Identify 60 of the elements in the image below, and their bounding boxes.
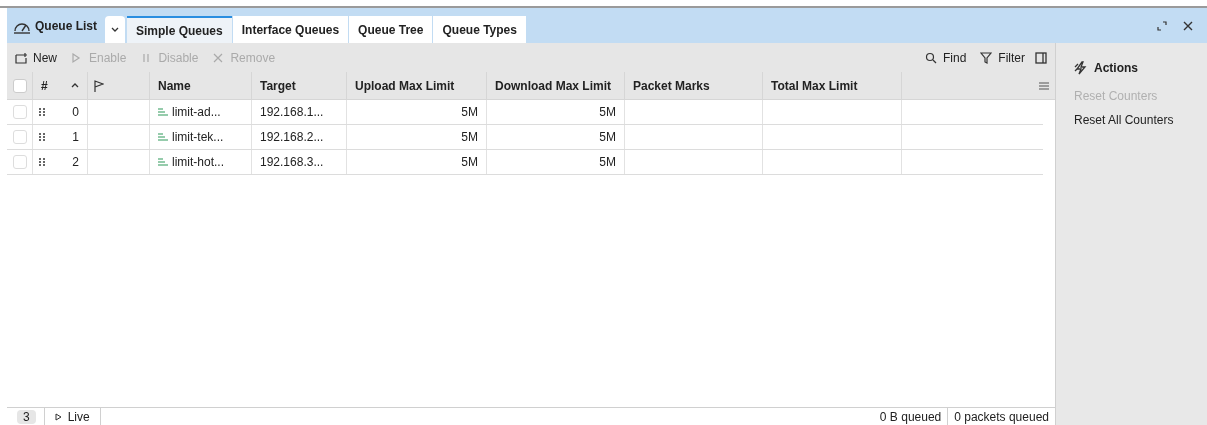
queued-packets: 0 packets queued	[953, 408, 1050, 425]
column-header[interactable]: Name	[150, 72, 252, 99]
queue-icon	[158, 133, 168, 141]
tab[interactable]: Queue Types	[432, 16, 526, 43]
column-header[interactable]: Total Max Limit	[763, 72, 902, 99]
table-cell-text: limit-hot...	[172, 154, 224, 171]
table-cell-text: 192.168.1...	[260, 104, 324, 121]
column-header[interactable]: Upload Max Limit	[347, 72, 487, 99]
toolbar-button[interactable]: New	[15, 48, 57, 67]
window-title: Queue List	[35, 17, 97, 35]
column-header[interactable]: Download Max Limit	[487, 72, 625, 99]
close-icon[interactable]	[1183, 20, 1193, 31]
lightning-icon	[1074, 61, 1088, 75]
tab[interactable]: Interface Queues	[231, 16, 349, 43]
toolbar-button[interactable]: Filter	[980, 48, 1025, 67]
sort-icon[interactable]	[71, 83, 79, 88]
column-header[interactable]: Packet Marks	[625, 72, 763, 99]
table-cell-text: limit-tek...	[172, 129, 224, 146]
tab[interactable]: Simple Queues	[127, 16, 232, 43]
search-icon	[925, 51, 937, 64]
checkbox[interactable]	[12, 105, 27, 119]
column-header[interactable]: #	[41, 76, 71, 95]
table-cell-text: 5M	[461, 129, 478, 146]
checkbox[interactable]	[12, 155, 27, 169]
column-header[interactable]: Target	[252, 72, 347, 99]
flag-icon	[94, 79, 104, 92]
drag-handle-icon[interactable]	[39, 158, 45, 166]
panel-icon[interactable]	[1035, 51, 1047, 64]
drag-handle-icon[interactable]	[39, 108, 45, 116]
drag-handle-icon[interactable]	[39, 133, 45, 141]
table-cell-text: 192.168.2...	[260, 129, 324, 146]
close-icon	[212, 51, 225, 64]
table-cell-text: 0	[71, 104, 80, 121]
table-cell-text: 5M	[461, 104, 478, 121]
count-badge: 3	[17, 409, 36, 424]
table-cell-text: 5M	[599, 104, 616, 121]
checkbox[interactable]	[12, 130, 27, 144]
dropdown-button[interactable]	[105, 16, 125, 43]
queue-icon	[158, 108, 168, 116]
action-item[interactable]: Reset All Counters	[1074, 111, 1207, 129]
menu-icon[interactable]	[1039, 81, 1049, 90]
queued-bytes: 0 B queued	[873, 407, 949, 425]
table-cell-text: limit-ad...	[172, 104, 221, 121]
filter-icon	[980, 51, 993, 64]
play-icon	[54, 412, 62, 421]
live-button[interactable]: Live	[43, 407, 101, 425]
table-cell-text: 5M	[599, 154, 616, 171]
toolbar-button[interactable]: Find	[925, 48, 967, 67]
tab[interactable]: Queue Tree	[348, 16, 433, 43]
table-cell-text: 2	[71, 154, 80, 171]
checkbox[interactable]	[12, 78, 27, 93]
table-cell-text: 192.168.3...	[260, 154, 324, 171]
caret-icon	[111, 27, 119, 32]
queue-icon	[158, 158, 168, 166]
table-cell-text: 1	[71, 129, 80, 146]
actions-title: Actions	[1094, 60, 1138, 77]
new-icon	[15, 51, 27, 64]
table-cell-text: 5M	[461, 154, 478, 171]
expand-icon[interactable]	[1157, 20, 1167, 31]
table-cell-text: 5M	[599, 129, 616, 146]
